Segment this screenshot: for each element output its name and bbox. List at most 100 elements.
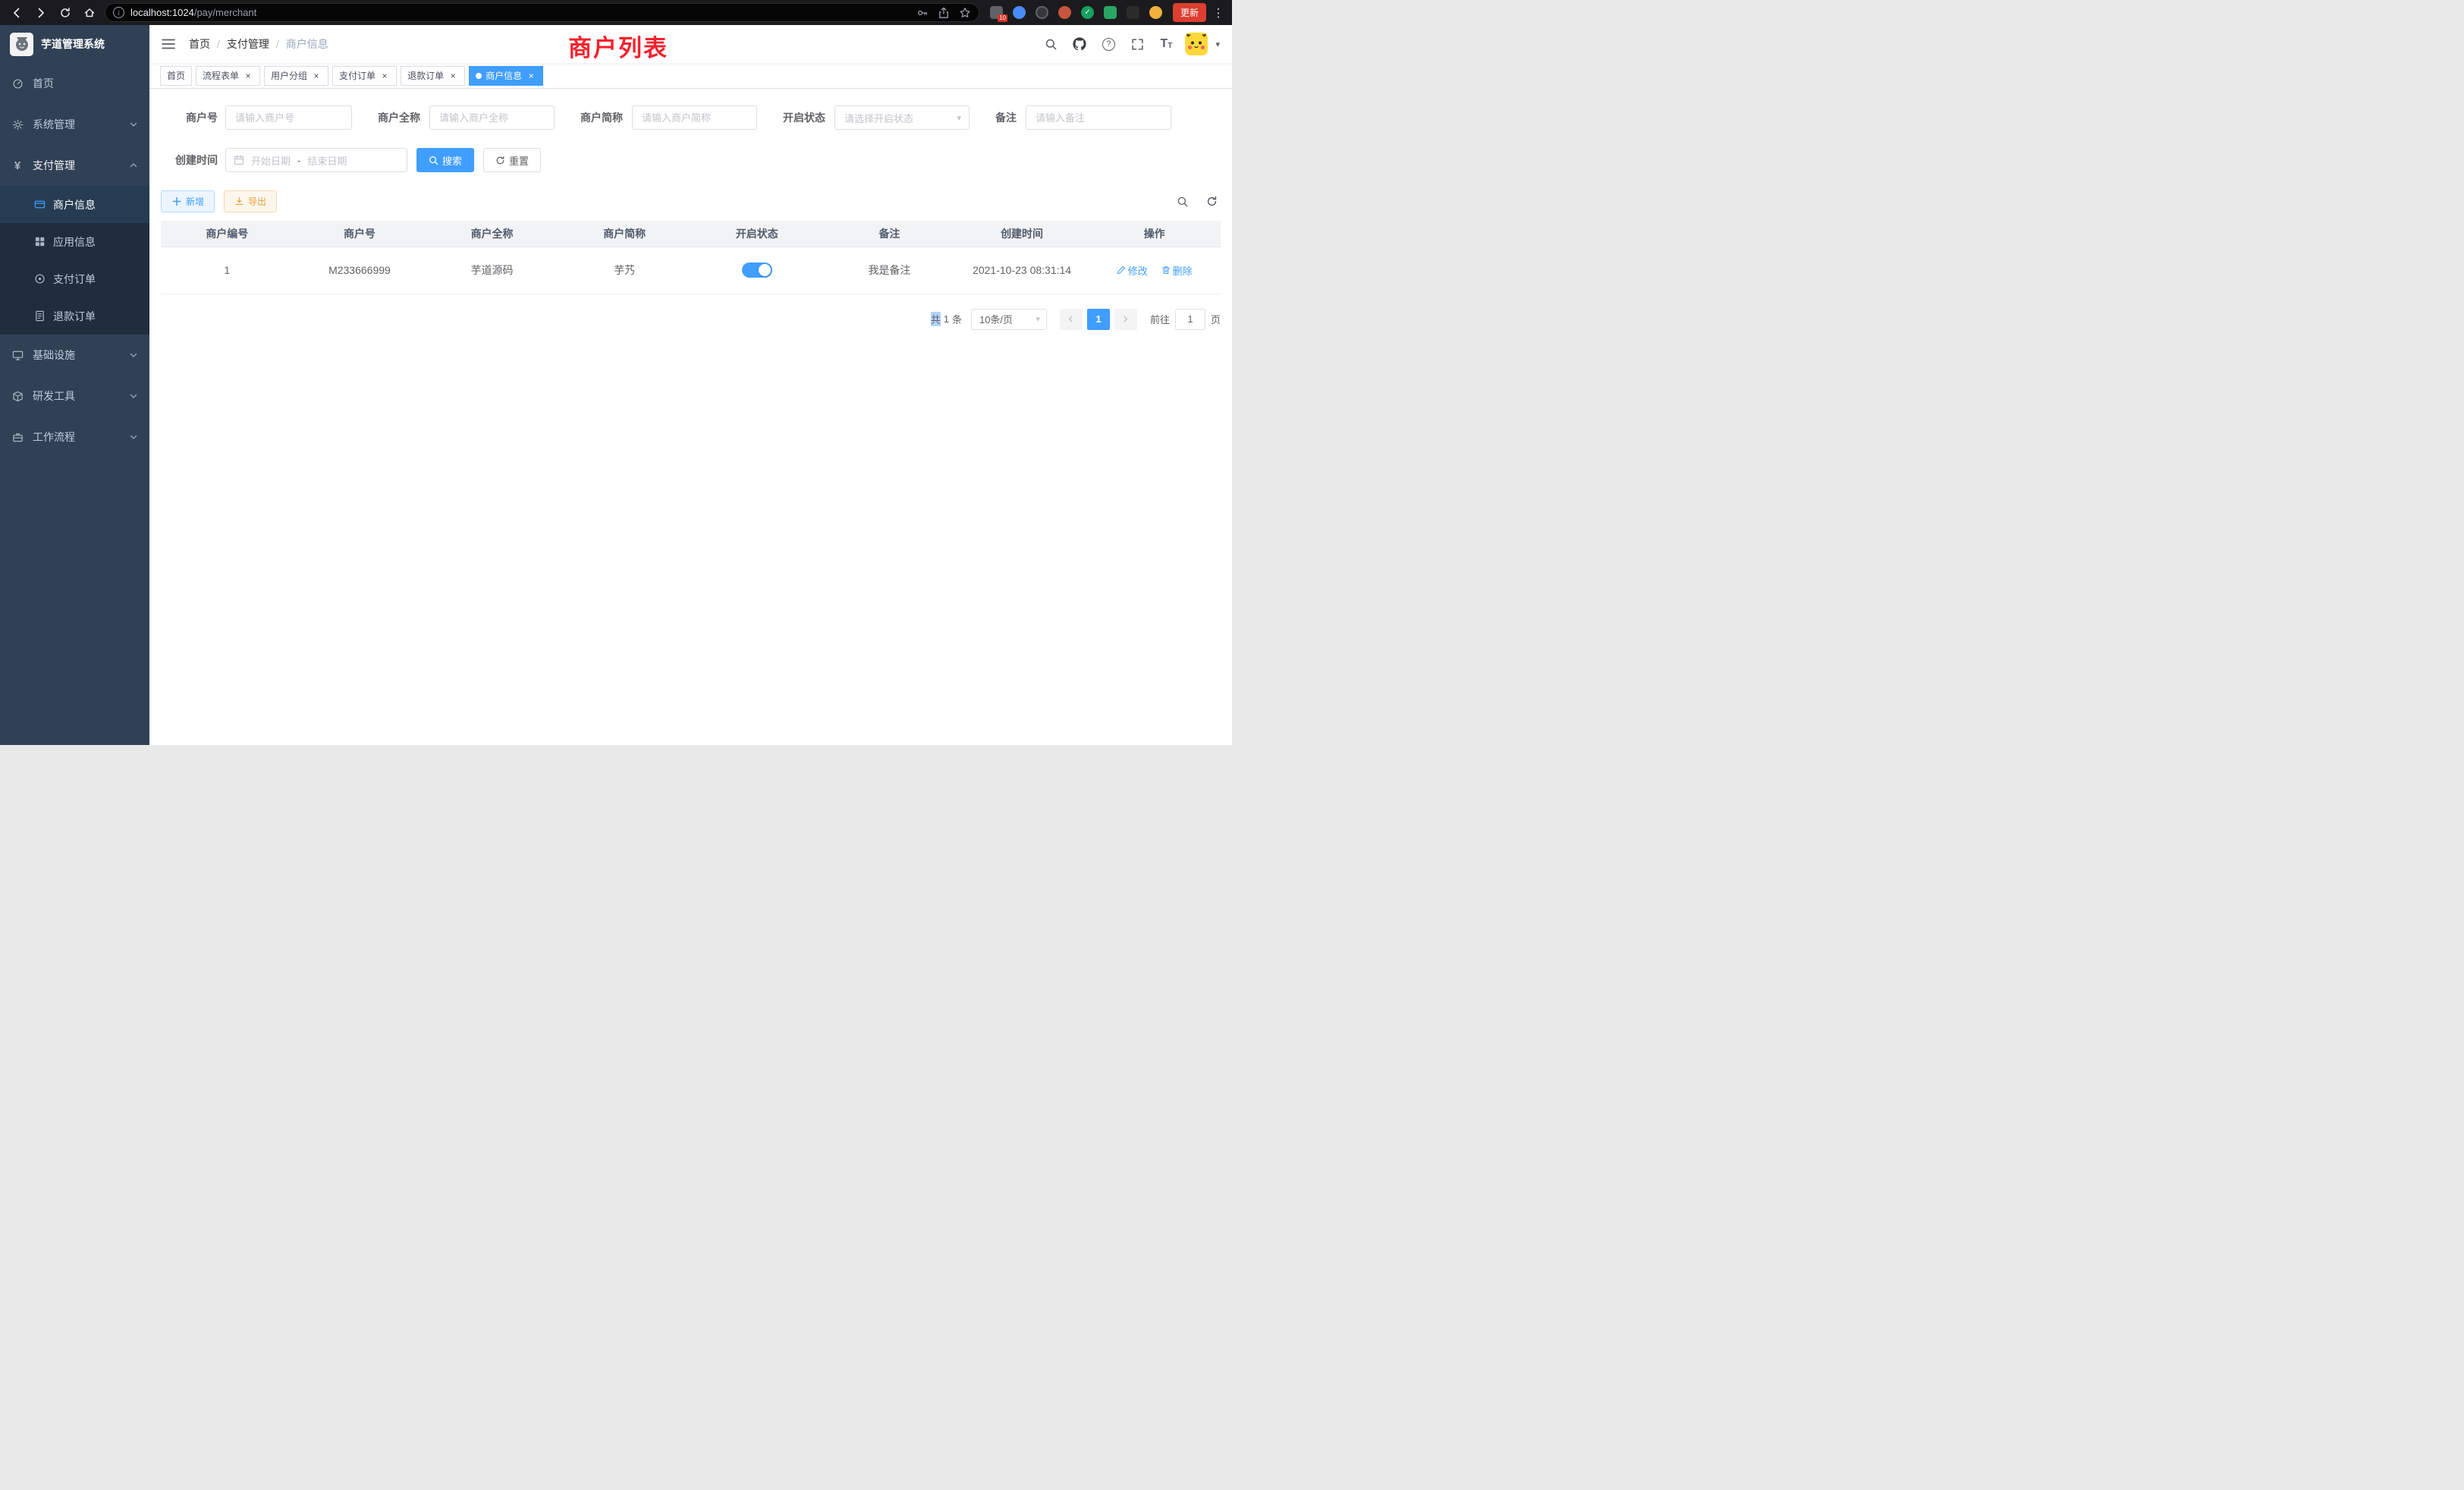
remark-input[interactable] — [1026, 105, 1171, 130]
sidebar-item-system[interactable]: 系统管理 — [0, 104, 149, 145]
sidebar-item-dev-tools[interactable]: 研发工具 — [0, 376, 149, 417]
address-bar[interactable]: i localhost:1024/pay/merchant — [105, 3, 979, 22]
github-link-button[interactable] — [1070, 34, 1089, 54]
refresh-table-button[interactable] — [1202, 193, 1221, 211]
bank-card-icon — [33, 199, 46, 210]
breadcrumb-payment[interactable]: 支付管理 — [227, 36, 269, 52]
sidebar-item-label: 研发工具 — [33, 388, 75, 404]
app-logo — [10, 33, 33, 56]
merchant-name-label: 商户全称 — [378, 110, 429, 125]
close-icon[interactable]: × — [311, 71, 322, 81]
add-button[interactable]: ＋ 新增 — [161, 190, 215, 212]
sidebar-item-workflow[interactable]: 工作流程 — [0, 417, 149, 457]
browser-update-button[interactable]: 更新 — [1173, 3, 1206, 22]
app-logo-row[interactable]: 芋道管理系统 — [0, 25, 149, 63]
browser-reload-button[interactable] — [56, 4, 74, 22]
toggle-search-button[interactable] — [1174, 193, 1192, 211]
fullscreen-icon — [1131, 38, 1144, 51]
breadcrumb-home[interactable]: 首页 — [189, 36, 210, 52]
extension-icon[interactable]: 10 — [990, 6, 1003, 19]
status-toggle[interactable] — [742, 262, 772, 278]
extension-icon[interactable] — [1127, 6, 1139, 19]
next-page-button[interactable] — [1114, 309, 1137, 330]
prev-page-button[interactable] — [1060, 309, 1083, 330]
browser-home-button[interactable] — [80, 4, 99, 22]
browser-menu-icon[interactable]: ⋮ — [1212, 6, 1224, 20]
password-key-icon[interactable] — [916, 7, 929, 19]
page-info-icon[interactable]: i — [113, 7, 124, 18]
fullscreen-button[interactable] — [1127, 34, 1147, 54]
search-button[interactable]: 搜索 — [416, 148, 474, 172]
plus-icon: ＋ — [171, 196, 182, 207]
export-button[interactable]: 导出 — [224, 190, 277, 212]
merchant-table: 商户编号 商户号 商户全称 商户简称 开启状态 备注 创建时间 操作 1 M23… — [161, 221, 1221, 294]
font-size-button[interactable]: TT — [1156, 34, 1176, 54]
extension-icon[interactable] — [1036, 6, 1048, 19]
sidebar-item-home[interactable]: 首页 — [0, 63, 149, 104]
merchant-short-name-input[interactable] — [632, 105, 757, 130]
bookmark-star-icon[interactable] — [959, 7, 971, 19]
extension-badge: 10 — [998, 14, 1007, 22]
user-avatar[interactable] — [1185, 33, 1208, 55]
extension-icon[interactable] — [1104, 6, 1117, 19]
share-icon[interactable] — [938, 7, 950, 19]
extension-icon[interactable] — [1058, 6, 1071, 19]
col-remark: 备注 — [823, 221, 956, 247]
close-icon[interactable]: × — [448, 71, 458, 81]
breadcrumb-current: 商户信息 — [286, 36, 328, 52]
current-page-button[interactable]: 1 — [1087, 309, 1110, 330]
tab-merchant-info[interactable]: 商户信息× — [469, 66, 543, 86]
edit-link[interactable]: 修改 — [1117, 263, 1148, 278]
sidebar-item-refund-order[interactable]: 退款订单 — [0, 297, 149, 335]
extension-icon[interactable] — [1149, 6, 1162, 19]
search-icon — [1045, 38, 1058, 51]
page-goto-input[interactable] — [1175, 309, 1205, 330]
tab-process-form[interactable]: 流程表单× — [196, 66, 260, 86]
status-select[interactable]: 请选择开启状态 ▾ — [834, 105, 970, 130]
sidebar-item-pay-order[interactable]: 支付订单 — [0, 260, 149, 297]
delete-link[interactable]: 删除 — [1161, 263, 1193, 278]
sidebar-item-infra[interactable]: 基础设施 — [0, 335, 149, 376]
close-icon[interactable]: × — [526, 71, 536, 81]
merchant-short-name-label: 商户简称 — [580, 110, 632, 125]
breadcrumb: 首页 / 支付管理 / 商户信息 — [189, 36, 328, 52]
extension-icon[interactable] — [1013, 6, 1026, 19]
tab-user-group[interactable]: 用户分组× — [264, 66, 328, 86]
top-navbar: 首页 / 支付管理 / 商户信息 ? — [149, 25, 1232, 63]
sidebar-item-label: 商户信息 — [53, 197, 96, 212]
close-icon[interactable]: × — [243, 71, 253, 81]
browser-forward-button[interactable] — [32, 4, 50, 22]
pagination: 共 1 条 10条/页 ▾ 1 前往 页 — [149, 309, 1221, 330]
merchant-no-input[interactable] — [225, 105, 352, 130]
sidebar-item-app-info[interactable]: 应用信息 — [0, 223, 149, 260]
tab-pay-order[interactable]: 支付订单× — [332, 66, 397, 86]
avatar-caret-icon[interactable]: ▾ — [1215, 39, 1220, 49]
close-icon[interactable]: × — [379, 71, 390, 81]
browser-back-button[interactable] — [8, 4, 26, 22]
sidebar-item-merchant-info[interactable]: 商户信息 — [0, 186, 149, 223]
main-content: 首页 / 支付管理 / 商户信息 ? — [149, 25, 1232, 745]
help-button[interactable]: ? — [1098, 34, 1118, 54]
create-time-label: 创建时间 — [161, 152, 225, 168]
avatar-image — [1185, 33, 1208, 55]
tab-refund-order[interactable]: 退款订单× — [401, 66, 465, 86]
active-dot — [476, 73, 482, 79]
sidebar-toggle-button[interactable] — [162, 38, 175, 50]
download-icon — [234, 196, 244, 206]
page-size-select[interactable]: 10条/页 ▾ — [971, 309, 1047, 330]
target-icon — [33, 273, 46, 284]
merchant-no-label: 商户号 — [161, 110, 225, 125]
header-search-button[interactable] — [1041, 34, 1061, 54]
tab-home[interactable]: 首页 — [160, 66, 192, 86]
extension-icon[interactable]: ✓ — [1081, 6, 1094, 19]
status-label: 开启状态 — [783, 110, 834, 125]
table-row: 1 M233666999 芋道源码 芋艿 我是备注 2021-10-23 08:… — [161, 247, 1221, 294]
create-time-range-picker[interactable]: 开始日期 - 结束日期 — [225, 148, 407, 172]
reset-button[interactable]: 重置 — [483, 148, 541, 172]
sidebar-item-payment[interactable]: ¥ 支付管理 — [0, 145, 149, 186]
start-date-placeholder: 开始日期 — [251, 153, 291, 168]
sidebar-item-label: 首页 — [33, 76, 54, 91]
col-merchant-no: 商户号 — [294, 221, 426, 247]
app-title: 芋道管理系统 — [41, 36, 105, 52]
merchant-name-input[interactable] — [429, 105, 555, 130]
